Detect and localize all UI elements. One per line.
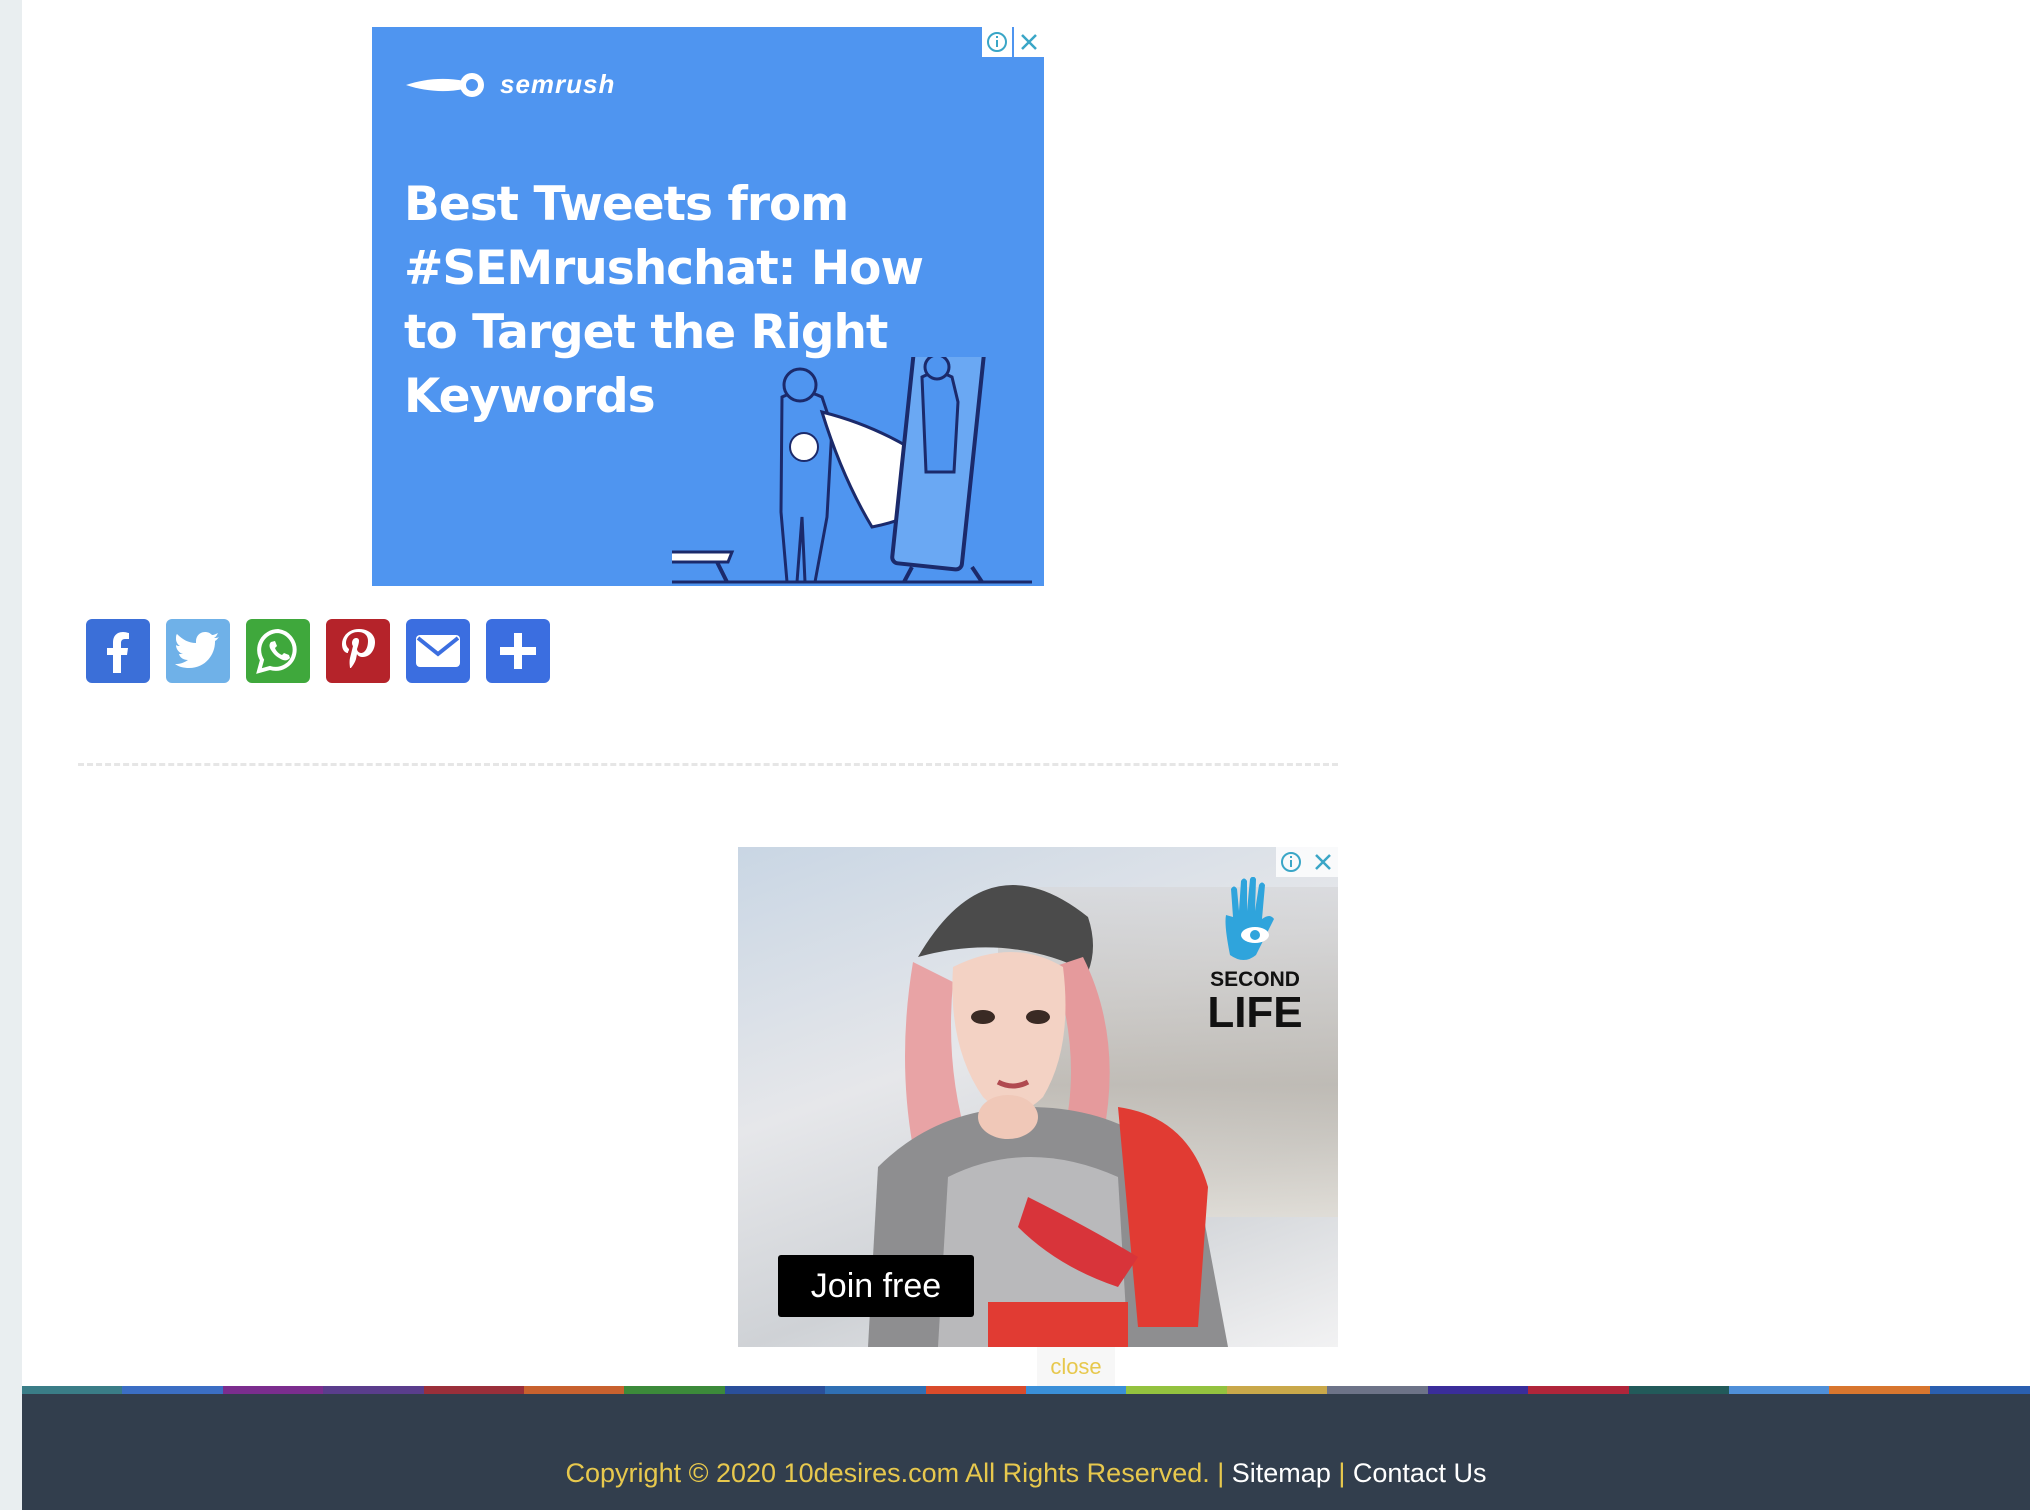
color-bar-segment [1628,1386,1729,1394]
contact-us-link[interactable]: Contact Us [1353,1458,1487,1488]
left-strip [0,0,22,1510]
color-bar-segment [1427,1386,1529,1394]
dashed-divider [78,763,1338,766]
twitter-share-button[interactable] [166,619,230,683]
second-life-ad[interactable]: SECOND LIFE Join free [738,847,1338,1347]
ad-controls [1276,847,1338,877]
color-bar-segment [423,1386,525,1394]
color-bar-segment [122,1386,223,1394]
second-life-line2: LIFE [1207,988,1303,1037]
color-bar-segment [524,1386,625,1394]
color-bar-segment [1327,1386,1428,1394]
pinterest-icon [342,629,375,668]
pinterest-share-button[interactable] [326,619,390,683]
share-buttons [86,619,550,683]
semrush-flame-icon [406,72,484,97]
join-free-button[interactable]: Join free [778,1255,974,1317]
semrush-brand-text: semrush [500,69,616,99]
color-bar-segment [1528,1386,1629,1394]
facebook-icon [107,632,129,673]
twitter-icon [175,632,219,668]
color-bar-segment [1026,1386,1127,1394]
site-footer: Copyright © 2020 10desires.com All Right… [22,1386,2030,1510]
ad-controls [982,27,1044,57]
email-icon [416,635,460,667]
facebook-share-button[interactable] [86,619,150,683]
close-icon[interactable] [1308,847,1338,877]
color-bar-segment [1929,1386,2030,1394]
sitemap-link[interactable]: Sitemap [1232,1458,1331,1488]
hand-eye-icon [1225,876,1274,960]
color-bar-segment [22,1386,123,1394]
color-bar-segment [1126,1386,1227,1394]
footer-text: Copyright © 2020 10desires.com All Right… [22,1458,2030,1489]
second-life-logo: SECOND LIFE [1200,876,1310,1037]
color-bar-segment [624,1386,725,1394]
color-bar-segment [1829,1386,1930,1394]
semrush-logo: semrush [404,69,615,100]
superhero-illustration [672,357,1032,584]
close-ad-button[interactable]: close [1037,1347,1115,1387]
plus-icon [500,633,536,669]
color-bar-segment [1728,1386,1830,1394]
email-share-button[interactable] [406,619,470,683]
whatsapp-icon [256,628,297,674]
whatsapp-share-button[interactable] [246,619,310,683]
footer-separator: | [1338,1458,1346,1488]
color-bar-segment [925,1386,1027,1394]
color-bar-segment [222,1386,324,1394]
color-bar-segment [323,1386,424,1394]
footer-separator: | [1217,1458,1225,1488]
footer-color-bar [22,1386,2030,1394]
color-bar-segment [724,1386,826,1394]
more-share-button[interactable] [486,619,550,683]
info-icon[interactable] [1276,847,1306,877]
copyright-text: Copyright © 2020 10desires.com All Right… [565,1458,1210,1488]
info-icon[interactable] [982,27,1012,57]
color-bar-segment [1226,1386,1328,1394]
color-bar-segment [825,1386,926,1394]
semrush-ad[interactable]: semrush Best Tweets from #SEMrushchat: H… [372,27,1044,586]
close-icon[interactable] [1014,27,1044,57]
